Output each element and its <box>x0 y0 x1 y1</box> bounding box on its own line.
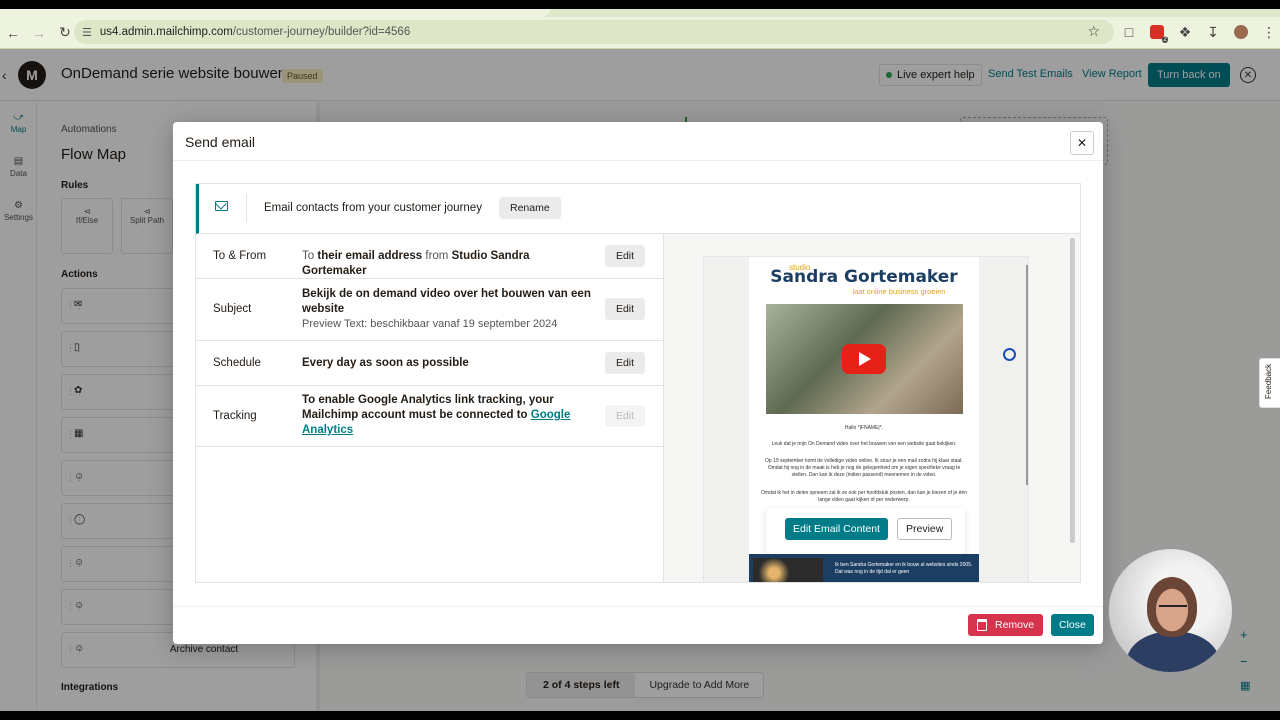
divider <box>173 606 1103 607</box>
email-paragraph-2: Op 19 september komt de volledige video … <box>765 458 963 478</box>
row-label: Tracking <box>213 410 257 422</box>
row-schedule: Schedule Every day as soon as possible E… <box>196 341 663 386</box>
row-label: Schedule <box>213 357 261 369</box>
presenter-glasses <box>1159 605 1187 613</box>
divider <box>246 194 247 222</box>
email-preview-area: studio Sandra Gortemaker laat online bus… <box>664 234 1080 582</box>
download-icon[interactable]: ↧ <box>1202 20 1224 44</box>
url-text: us4.admin.mailchimp.com/customer-journey… <box>99 26 411 38</box>
site-settings-icon[interactable]: ☰ <box>82 26 92 39</box>
preview-button[interactable]: Preview <box>897 518 953 540</box>
webcam-overlay <box>1108 548 1233 673</box>
youtube-play-icon <box>842 344 886 374</box>
row-label: Subject <box>213 303 252 315</box>
edit-to-from-button[interactable]: Edit <box>605 245 645 267</box>
divider <box>173 160 1103 161</box>
presenter-body <box>1127 631 1219 672</box>
settings-list: To & From To their email address from St… <box>196 234 664 582</box>
profile-avatar[interactable] <box>1230 20 1252 44</box>
email-step-header: Email contacts from your customer journe… <box>196 184 1080 234</box>
preview-text: Preview Text: beschikbaar vanaf 19 septe… <box>302 318 558 330</box>
toolbar-actions: □ 2 ❖ ↧ ⋮ <box>1118 20 1280 44</box>
schedule-value: Every day as soon as possible <box>302 357 469 369</box>
edit-schedule-button[interactable]: Edit <box>605 352 645 374</box>
send-email-modal: Send email ✕ Email contacts from your cu… <box>173 122 1103 644</box>
brand-tagline: laat online business groeien <box>852 287 946 296</box>
top-letterbox <box>0 0 1280 9</box>
email-preview-frame: studio Sandra Gortemaker laat online bus… <box>703 256 1029 582</box>
browser-toolbar: ← → ↻ ☰ us4.admin.mailchimp.com/customer… <box>0 17 1280 48</box>
email-paragraph-3: Omdat ik het in delen opneem zal ik ze o… <box>761 490 967 503</box>
rename-button[interactable]: Rename <box>499 197 561 219</box>
kebab-menu-icon[interactable]: ⋮ <box>1258 20 1280 44</box>
preview-scrollbar[interactable] <box>1070 238 1075 543</box>
email-preview: studio Sandra Gortemaker laat online bus… <box>749 257 979 582</box>
email-footer: Ik ben Sandra Gortemaker en ik bouw al w… <box>749 554 979 582</box>
back-arrow-icon[interactable]: ← <box>0 20 26 46</box>
row-label: To & From <box>213 250 267 262</box>
email-config-panel: Email contacts from your customer journe… <box>195 183 1081 583</box>
screen-capture-icon[interactable]: □ <box>1118 20 1140 44</box>
preview-frame-scrollbar[interactable] <box>1026 265 1028 485</box>
row-tracking: Tracking To enable Google Analytics link… <box>196 386 663 447</box>
email-paragraph-1: Leuk dat je mijn On Demand video over he… <box>771 441 957 447</box>
email-greeting: Hallo *|FNAME|*, <box>844 425 884 431</box>
envelope-icon <box>215 201 228 211</box>
remove-button[interactable]: Remove <box>968 614 1044 636</box>
cursor-ring-icon <box>1003 348 1016 361</box>
bookmark-star-icon[interactable]: ☆ <box>1087 23 1100 40</box>
to-from-value: To their email address from Studio Sandr… <box>302 250 530 277</box>
bottom-letterbox <box>0 711 1280 720</box>
tracking-value: To enable Google Analytics link tracking… <box>302 394 571 436</box>
brand-name: Sandra Gortemaker <box>770 267 958 287</box>
address-bar[interactable]: ☰ us4.admin.mailchimp.com/customer-journ… <box>74 20 1114 44</box>
extension-badge-icon[interactable]: 2 <box>1146 20 1168 44</box>
feedback-tab[interactable]: Feedback <box>1259 358 1280 408</box>
close-button[interactable]: Close <box>1051 614 1094 636</box>
preview-actions: Edit Email Content Preview <box>766 508 965 554</box>
footer-photo <box>753 558 823 582</box>
footer-text: Ik ben Sandra Gortemaker en ik bouw al w… <box>835 562 973 575</box>
puzzle-extensions-icon[interactable]: ❖ <box>1174 20 1196 44</box>
edit-tracking-button: Edit <box>605 405 645 427</box>
active-tab[interactable] <box>0 9 550 17</box>
video-thumbnail <box>766 304 963 414</box>
edit-subject-button[interactable]: Edit <box>605 298 645 320</box>
row-subject: Subject Bekijk de on demand video over h… <box>196 279 663 341</box>
row-to-from: To & From To their email address from St… <box>196 234 663 279</box>
modal-title: Send email <box>185 134 256 150</box>
tab-strip <box>0 9 1280 17</box>
forward-arrow-icon[interactable]: → <box>26 20 52 46</box>
trash-icon <box>977 619 987 631</box>
subject-value: Bekijk de on demand video over het bouwe… <box>302 288 591 330</box>
modal-close-icon[interactable]: ✕ <box>1070 131 1094 155</box>
edit-email-content-button[interactable]: Edit Email Content <box>785 518 888 540</box>
step-name: Email contacts from your customer journe… <box>264 202 482 214</box>
